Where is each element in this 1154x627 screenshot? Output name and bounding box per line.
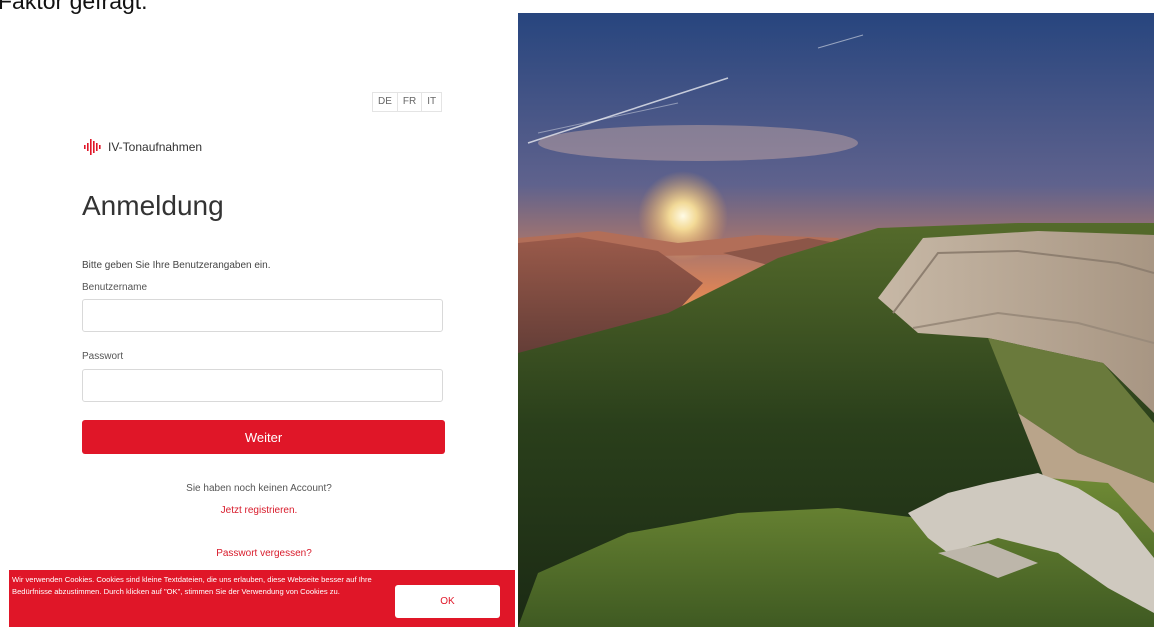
page-title: Anmeldung <box>82 190 224 221</box>
password-label: Passwort <box>82 351 124 362</box>
username-label: Benutzername <box>82 282 148 293</box>
password-input[interactable] <box>82 369 443 402</box>
no-account-text: Sie haben noch keinen Account? <box>186 483 332 494</box>
cookie-ok-button[interactable]: OK <box>395 585 500 618</box>
cookie-text: Wir verwenden Cookies. Cookies sind klei… <box>12 575 372 596</box>
submit-button[interactable]: Weiter <box>82 420 445 454</box>
cookie-banner: Wir verwenden Cookies. Cookies sind klei… <box>9 570 515 627</box>
soundwave-icon <box>84 139 101 155</box>
login-panel: DE FR IT IV-Tonaufnahmen Anmeldung Bitte… <box>0 0 518 627</box>
brand-logo: IV-Tonaufnahmen <box>84 138 202 156</box>
language-switcher: DE FR IT <box>372 92 443 112</box>
intro-text: Bitte geben Sie Ihre Benutzerangaben ein… <box>82 260 271 271</box>
register-link[interactable]: Jetzt registrieren. <box>0 505 518 516</box>
brand-name: IV-Tonaufnahmen <box>108 140 203 154</box>
forgot-password-link[interactable]: Passwort vergessen? <box>0 548 528 559</box>
landscape-photo <box>518 13 1154 627</box>
lang-it[interactable]: IT <box>421 93 441 111</box>
username-input[interactable] <box>82 299 443 332</box>
lang-fr[interactable]: FR <box>396 93 421 111</box>
lang-de[interactable]: DE <box>373 93 397 111</box>
